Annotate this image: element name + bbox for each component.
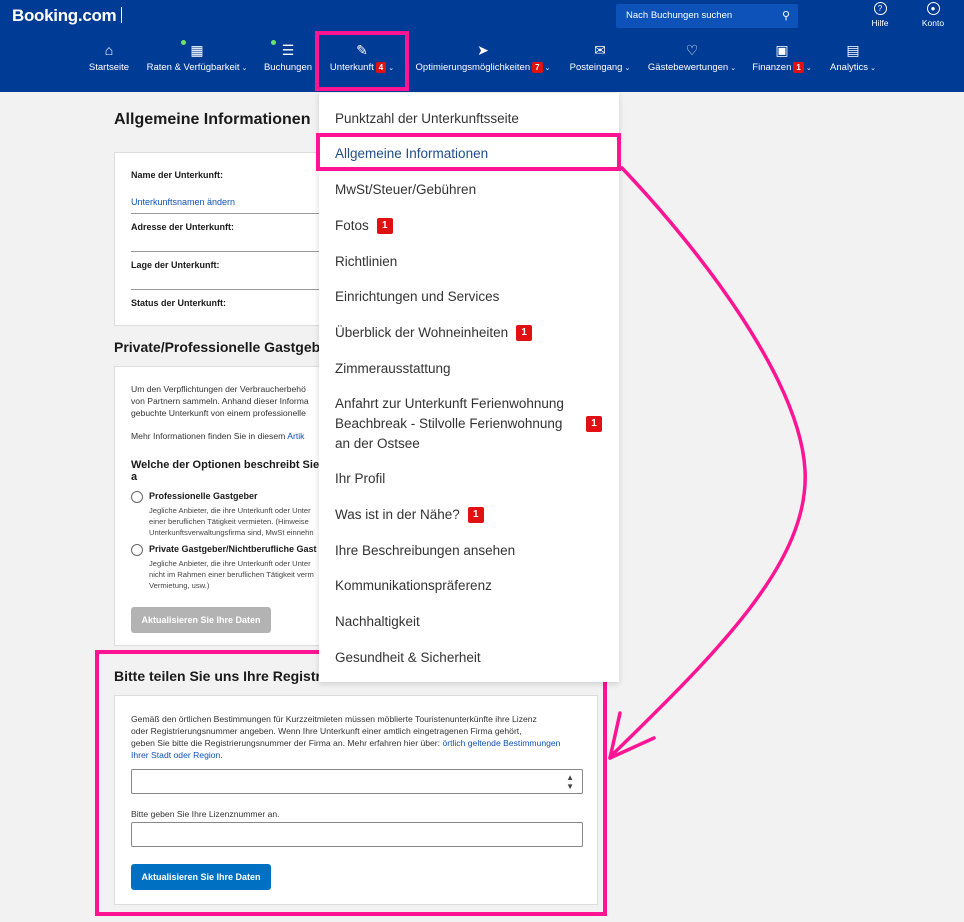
annotation-arrow xyxy=(608,166,807,760)
